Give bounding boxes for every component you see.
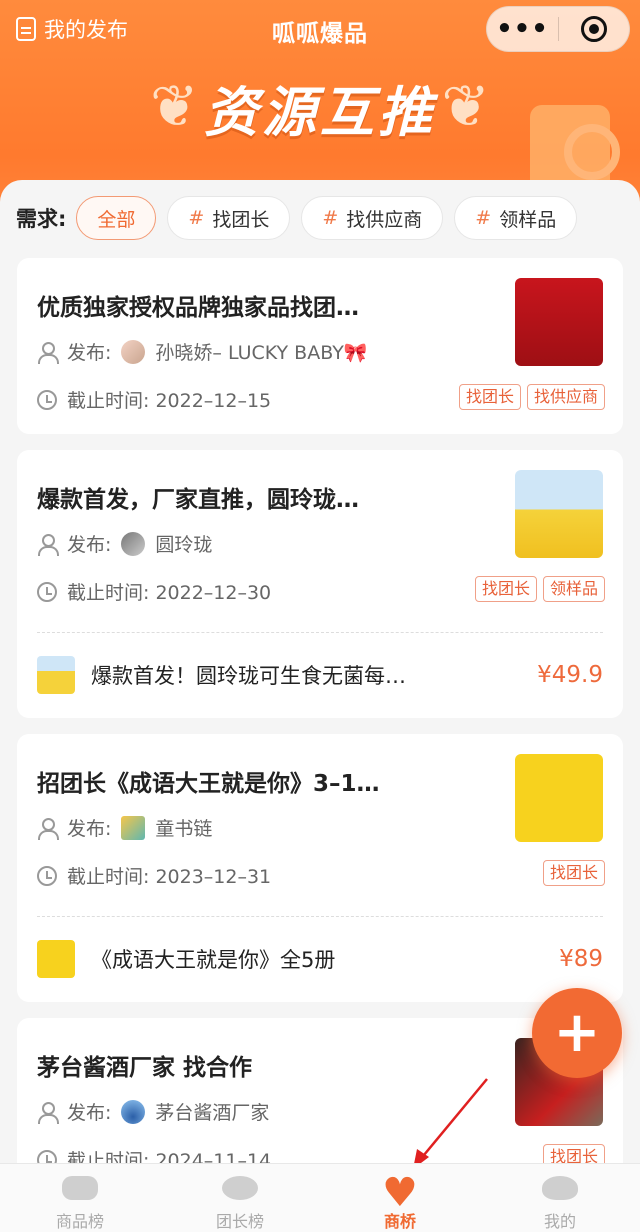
hash-icon: # xyxy=(188,207,205,229)
leader-icon xyxy=(222,1176,258,1200)
close-miniprogram-button[interactable] xyxy=(559,16,629,42)
tab-leader-ranking[interactable]: 团长榜 xyxy=(160,1164,320,1232)
product-price: ¥89 xyxy=(559,946,603,972)
post-title: 茅台酱酒厂家 找合作 xyxy=(37,1055,253,1081)
product-image xyxy=(37,940,75,978)
bottom-tab-bar: 商品榜 团长榜 商桥 我的 xyxy=(0,1163,640,1232)
user-icon xyxy=(37,533,59,556)
banner-title: 资源互推 xyxy=(204,81,436,144)
tab-label: 商品榜 xyxy=(55,1212,104,1231)
chip-label: 找团长 xyxy=(212,208,270,231)
post-card[interactable]: 优质独家授权品牌独家品找团… 发布: 孙晓娇– LUCKY BABY🎀 截止时间… xyxy=(17,258,623,434)
filter-chip-all[interactable]: 全部 xyxy=(76,196,157,240)
deadline-row: 截止时间: 2022–12–15 xyxy=(37,386,271,413)
tab-label: 我的 xyxy=(543,1212,576,1231)
post-card[interactable]: 爆款首发，厂家直推，圆玲珑… 发布: 圆玲珑 截止时间: 2022–12–30 … xyxy=(17,450,623,718)
chip-label: 全部 xyxy=(97,208,136,231)
filter-chip-find-supplier[interactable]: # 找供应商 xyxy=(301,196,444,240)
publisher-row: 发布: 孙晓娇– LUCKY BABY🎀 xyxy=(37,338,367,365)
tag-list: 找团长 xyxy=(537,860,605,886)
tag-list: 找团长 领样品 xyxy=(469,576,605,602)
divider xyxy=(37,916,603,917)
publisher-label: 发布: xyxy=(67,342,112,364)
clock-icon xyxy=(37,581,57,602)
bag-icon xyxy=(62,1176,98,1200)
post-card[interactable]: 招团长《成语大王就是你》3–1… 发布: 童书链 截止时间: 2023–12–3… xyxy=(17,734,623,1002)
filter-label: 需求: xyxy=(16,207,67,231)
tab-business-bridge[interactable]: 商桥 xyxy=(320,1164,480,1232)
post-title: 爆款首发，厂家直推，圆玲珑… xyxy=(37,487,359,513)
deadline-row: 截止时间: 2023–12–31 xyxy=(37,862,271,889)
post-thumbnail xyxy=(515,470,603,558)
avatar xyxy=(121,531,146,556)
clock-icon xyxy=(37,865,57,886)
tag-badge: 领样品 xyxy=(542,576,605,602)
deadline-row: 截止时间: 2022–12–30 xyxy=(37,578,271,605)
deadline-text: 截止时间: 2023–12–31 xyxy=(67,866,272,888)
publisher-row: 发布: 茅台酱酒厂家 xyxy=(37,1098,269,1125)
add-post-button[interactable]: + xyxy=(532,988,622,1078)
filter-chip-samples[interactable]: # 领样品 xyxy=(454,196,578,240)
product-name: 爆款首发！圆玲珑可生食无菌每… xyxy=(91,664,406,688)
frog-icon xyxy=(542,1176,578,1200)
publisher-label: 发布: xyxy=(67,818,112,840)
tab-mine[interactable]: 我的 xyxy=(480,1164,640,1232)
divider xyxy=(37,632,603,633)
tab-products-ranking[interactable]: 商品榜 xyxy=(0,1164,160,1232)
publisher-name: 茅台酱酒厂家 xyxy=(155,1102,270,1124)
tag-badge: 找团长 xyxy=(474,576,537,602)
publisher-label: 发布: xyxy=(67,534,112,556)
publisher-row: 发布: 圆玲珑 xyxy=(37,530,212,557)
publisher-label: 发布: xyxy=(67,1102,112,1124)
tag-list: 找团长 找供应商 xyxy=(453,384,605,410)
chip-label: 找供应商 xyxy=(346,208,423,231)
post-thumbnail xyxy=(515,754,603,842)
deadline-text: 截止时间: 2022–12–15 xyxy=(67,390,272,412)
tag-badge: 找供应商 xyxy=(526,384,605,410)
avatar xyxy=(121,339,146,364)
linked-product[interactable]: 爆款首发！圆玲珑可生食无菌每… ¥49.9 xyxy=(37,655,603,695)
product-price: ¥49.9 xyxy=(537,662,603,688)
post-thumbnail xyxy=(515,278,603,366)
hash-icon: # xyxy=(475,207,492,229)
product-image xyxy=(37,656,75,694)
deadline-text: 截止时间: 2022–12–30 xyxy=(67,582,272,604)
user-icon xyxy=(37,817,59,840)
publisher-name: 孙晓娇– LUCKY BABY🎀 xyxy=(155,342,368,364)
filter-chip-find-leader[interactable]: # 找团长 xyxy=(167,196,291,240)
tag-badge: 找团长 xyxy=(458,384,521,410)
user-icon xyxy=(37,341,59,364)
tag-badge: 找团长 xyxy=(542,860,605,886)
post-title: 优质独家授权品牌独家品找团… xyxy=(37,295,359,321)
post-title: 招团长《成语大王就是你》3–1… xyxy=(37,771,380,797)
chip-label: 领样品 xyxy=(499,208,557,231)
product-name: 《成语大王就是你》全5册 xyxy=(91,948,336,972)
laurel-right-icon: ❦ xyxy=(441,72,490,140)
avatar xyxy=(121,815,146,840)
publisher-name: 童书链 xyxy=(155,818,213,840)
handshake-heart-icon xyxy=(382,1170,418,1216)
publisher-name: 圆玲珑 xyxy=(155,534,213,556)
user-icon xyxy=(37,1101,59,1124)
more-menu-button[interactable]: ••• xyxy=(487,6,558,52)
publisher-row: 发布: 童书链 xyxy=(37,814,212,841)
tab-label: 团长榜 xyxy=(215,1212,264,1231)
filter-bar: 需求: 全部 # 找团长 # 找供应商 # 领样品 xyxy=(16,194,588,242)
miniprogram-capsule: ••• xyxy=(486,6,630,52)
hash-icon: # xyxy=(322,207,339,229)
linked-product[interactable]: 《成语大王就是你》全5册 ¥89 xyxy=(37,939,603,979)
avatar xyxy=(121,1099,146,1124)
clock-icon xyxy=(37,389,57,410)
top-bar: 我的发布 呱呱爆品 ••• xyxy=(0,0,640,60)
target-icon xyxy=(580,16,607,42)
